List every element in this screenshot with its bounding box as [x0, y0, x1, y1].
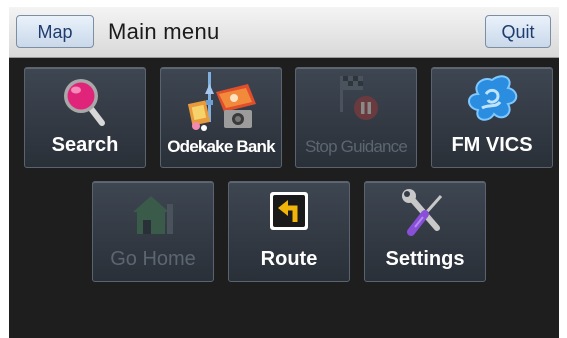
magnifier-icon [25, 72, 145, 130]
wrench-screwdriver-icon [365, 186, 485, 244]
nav-screen: Map Main menu Quit Search Odekake Bank S… [9, 7, 559, 338]
fm-vics-label: FM VICS [451, 134, 533, 156]
go-home-button[interactable]: Go Home [92, 181, 214, 282]
route-button[interactable]: Route [228, 181, 350, 282]
home-icon [93, 186, 213, 244]
search-button[interactable]: Search [24, 67, 146, 168]
stop-guidance-button[interactable]: Stop Guidance [295, 67, 417, 168]
route-arrow-icon [229, 186, 349, 244]
map-button[interactable]: Map [16, 15, 94, 48]
odekake-bank-label: Odekake Bank [167, 137, 275, 156]
settings-button[interactable]: Settings [364, 181, 486, 282]
header-bar: Map Main menu Quit [9, 7, 559, 58]
fm-vics-icon [432, 72, 552, 130]
page-title: Main menu [108, 19, 220, 44]
go-home-label: Go Home [110, 248, 196, 270]
fm-vics-button[interactable]: FM VICS [431, 67, 553, 168]
quit-button[interactable]: Quit [485, 15, 551, 48]
odekake-bank-button[interactable]: Odekake Bank [160, 67, 282, 168]
route-label: Route [260, 248, 318, 270]
odekake-bank-icon [161, 72, 281, 131]
stop-guidance-icon [296, 72, 416, 130]
search-label: Search [51, 134, 119, 156]
settings-label: Settings [385, 248, 465, 270]
stop-guidance-label: Stop Guidance [304, 137, 408, 156]
